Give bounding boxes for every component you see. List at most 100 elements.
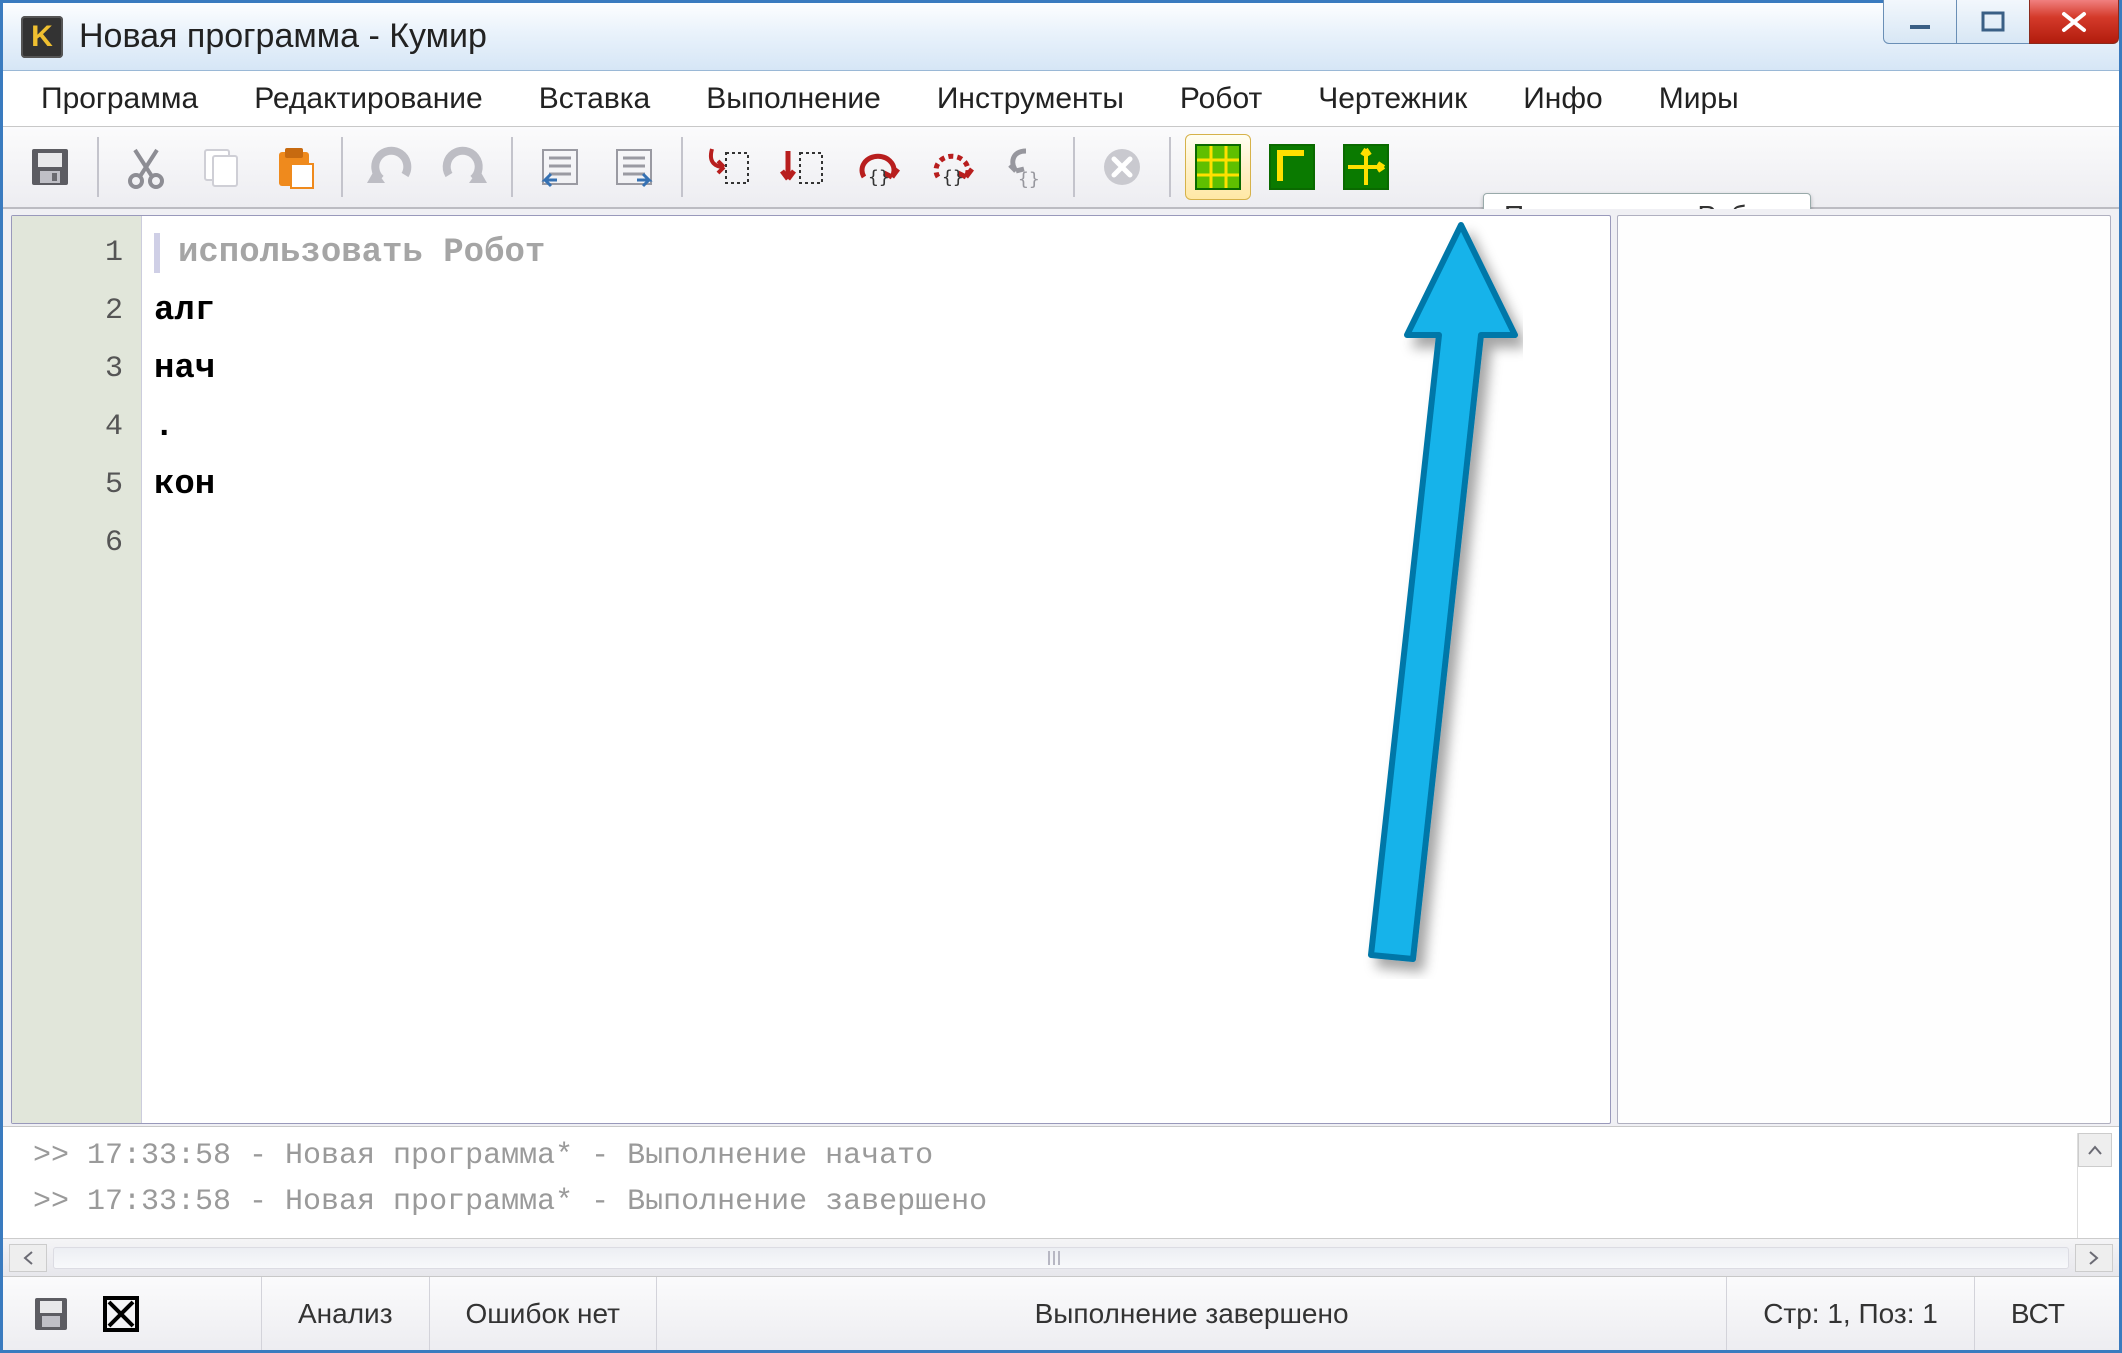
status-exec: Выполнение завершено (656, 1277, 1726, 1350)
menu-edit[interactable]: Редактирование (226, 71, 511, 126)
line-number: 2 (12, 282, 141, 340)
menu-insert[interactable]: Вставка (511, 71, 679, 126)
code-text: . (154, 408, 174, 446)
main-row: 1 2 3 4 5 6 использовать Робот алг нач . (3, 209, 2119, 1126)
code-line[interactable]: . (142, 398, 1610, 456)
code-text: использовать Робот (178, 234, 545, 272)
toolbar-sep (1169, 137, 1171, 197)
code-area[interactable]: использовать Робот алг нач . кон (142, 216, 1610, 1123)
step-over-button[interactable] (771, 134, 837, 200)
code-line[interactable]: кон (142, 456, 1610, 514)
line-number: 5 (12, 456, 141, 514)
cancel-small-icon[interactable] (101, 1294, 141, 1334)
chevron-left-icon (21, 1250, 35, 1266)
status-icons (21, 1277, 181, 1350)
scroll-up-button[interactable] (2078, 1133, 2112, 1167)
run-block-icon: {} (854, 143, 902, 191)
menu-info[interactable]: Инфо (1495, 71, 1631, 126)
status-errors: Ошибок нет (429, 1277, 656, 1350)
code-text: кон (154, 466, 215, 504)
toolbar-sep (341, 137, 343, 197)
menu-drafter[interactable]: Чертежник (1290, 71, 1495, 126)
show-drafter-icon (1266, 141, 1318, 193)
line-number: 6 (12, 514, 141, 572)
undo-button[interactable] (357, 134, 423, 200)
toolbar-sep (97, 137, 99, 197)
toolbar: {} {} {} (3, 127, 2119, 209)
code-text: нач (154, 350, 215, 388)
svg-text:{}: {} (942, 167, 964, 188)
log-lines: >> 17:33:58 - Новая программа* - Выполне… (33, 1133, 2077, 1238)
code-line[interactable]: использовать Робот (142, 224, 1610, 282)
code-line[interactable] (142, 514, 1610, 572)
cut-icon (123, 144, 169, 190)
indent-right-icon (611, 144, 657, 190)
run-to-end-icon: {} (1002, 143, 1050, 191)
menu-tools[interactable]: Инструменты (909, 71, 1152, 126)
horizontal-scrollbar[interactable] (3, 1238, 2119, 1276)
maximize-button[interactable] (1956, 0, 2030, 44)
log-panel: >> 17:33:58 - Новая программа* - Выполне… (3, 1126, 2119, 1238)
menu-worlds[interactable]: Миры (1631, 71, 1767, 126)
indent-button[interactable] (601, 134, 667, 200)
status-insert-mode: ВСТ (1974, 1277, 2101, 1350)
run-step-over-icon (780, 143, 828, 191)
line-number: 1 (12, 224, 141, 282)
step-into-button[interactable] (697, 134, 763, 200)
save-button[interactable] (17, 134, 83, 200)
copy-button[interactable] (187, 134, 253, 200)
run-block-button[interactable]: {} (845, 134, 911, 200)
scroll-right-button[interactable] (2075, 1244, 2113, 1272)
log-scrollbar[interactable] (2077, 1133, 2111, 1238)
scroll-grip-icon (1041, 1251, 1067, 1265)
log-line: >> 17:33:58 - Новая программа* - Выполне… (33, 1133, 2077, 1179)
menubar: Программа Редактирование Вставка Выполне… (3, 71, 2119, 127)
line-gutter: 1 2 3 4 5 6 (12, 216, 142, 1123)
save-icon (28, 145, 72, 189)
redo-icon (439, 145, 489, 189)
scroll-track[interactable] (53, 1247, 2069, 1269)
line-number: 3 (12, 340, 141, 398)
svg-text:{}: {} (868, 167, 890, 188)
statusbar: Анализ Ошибок нет Выполнение завершено С… (3, 1276, 2119, 1350)
minimize-button[interactable] (1883, 0, 1957, 44)
stop-button[interactable] (1089, 134, 1155, 200)
app-icon: K (21, 16, 63, 58)
editor-pane[interactable]: 1 2 3 4 5 6 использовать Робот алг нач . (11, 215, 1611, 1124)
run-small-step-icon: {} (928, 143, 976, 191)
chevron-up-icon (2087, 1144, 2103, 1156)
window-buttons (1884, 0, 2119, 44)
menu-robot[interactable]: Робот (1152, 71, 1290, 126)
show-axes-button[interactable] (1333, 134, 1399, 200)
toolbar-sep (681, 137, 683, 197)
outdent-button[interactable] (527, 134, 593, 200)
comment-bar-icon (154, 233, 160, 273)
cut-button[interactable] (113, 134, 179, 200)
run-to-end-button[interactable]: {} (993, 134, 1059, 200)
toolbar-sep (511, 137, 513, 197)
code-line[interactable]: алг (142, 282, 1610, 340)
window: K Новая программа - Кумир Программа Реда… (0, 0, 2122, 1353)
code-line[interactable]: нач (142, 340, 1610, 398)
toolbar-sep (1073, 137, 1075, 197)
show-robot-button[interactable] (1185, 134, 1251, 200)
menu-program[interactable]: Программа (13, 71, 226, 126)
code-text: алг (154, 292, 215, 330)
copy-icon (197, 144, 243, 190)
paste-icon (271, 144, 317, 190)
show-axes-icon (1340, 141, 1392, 193)
show-drafter-button[interactable] (1259, 134, 1325, 200)
close-button[interactable] (2029, 0, 2119, 44)
stop-icon (1099, 144, 1145, 190)
paste-button[interactable] (261, 134, 327, 200)
line-number: 4 (12, 398, 141, 456)
redo-button[interactable] (431, 134, 497, 200)
menu-execute[interactable]: Выполнение (678, 71, 909, 126)
run-small-step-button[interactable]: {} (919, 134, 985, 200)
save-small-icon[interactable] (31, 1294, 71, 1334)
side-panel (1617, 215, 2111, 1124)
scroll-left-button[interactable] (9, 1244, 47, 1272)
show-robot-grid-icon (1192, 141, 1244, 193)
undo-icon (365, 145, 415, 189)
window-title: Новая программа - Кумир (79, 17, 487, 56)
